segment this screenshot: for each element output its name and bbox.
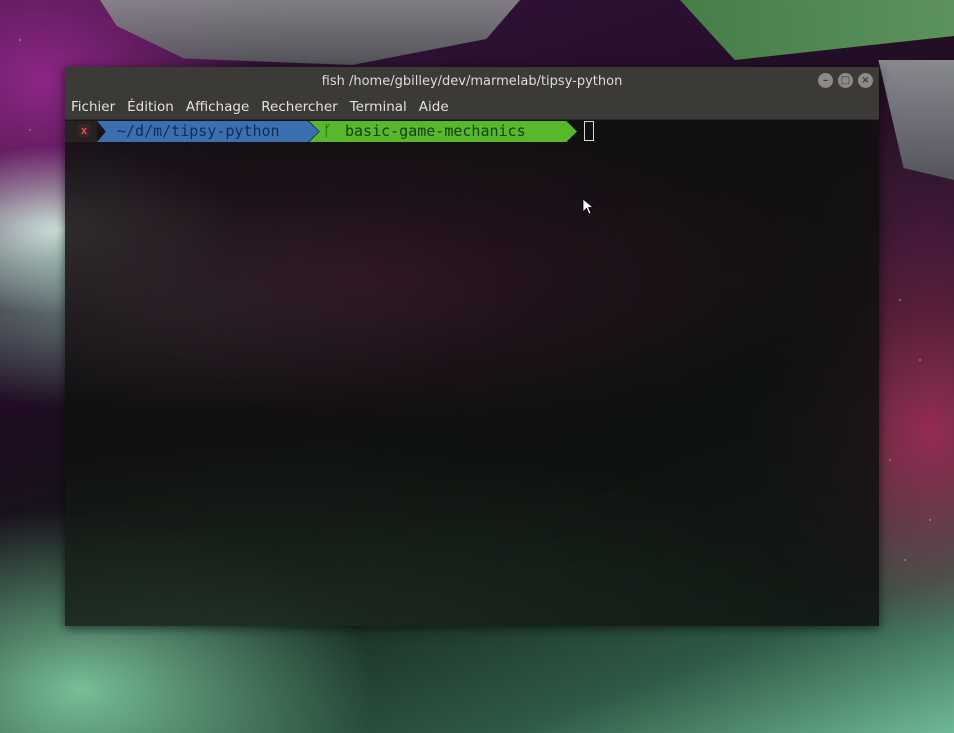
title-bar[interactable]: fish /home/gbilley/dev/marmelab/tipsy-py… <box>65 67 879 95</box>
menu-bar: Fichier Édition Affichage Rechercher Ter… <box>65 95 879 120</box>
prompt-git-segment: ᚴ basic-game-mechanics <box>309 121 577 142</box>
terminal-area[interactable]: x ~/d/m/tipsy-python ᚴ basic-game-mechan… <box>65 121 879 626</box>
minimize-icon[interactable]: – <box>818 73 833 88</box>
current-path: ~/d/m/tipsy-python <box>117 122 280 140</box>
error-status-icon: x <box>78 124 90 137</box>
menu-edition[interactable]: Édition <box>127 99 174 115</box>
prompt-status-segment: x <box>65 121 97 142</box>
git-branch-name: basic-game-mechanics <box>345 122 526 140</box>
window-title: fish /home/gbilley/dev/marmelab/tipsy-py… <box>321 73 623 89</box>
maximize-icon[interactable]: □ <box>838 73 853 88</box>
window-controls: – □ × <box>818 73 873 88</box>
text-cursor <box>584 121 594 141</box>
mouse-pointer-icon <box>582 198 594 215</box>
desktop-background: fish /home/gbilley/dev/marmelab/tipsy-py… <box>0 0 954 733</box>
shell-prompt: x ~/d/m/tipsy-python ᚴ basic-game-mechan… <box>65 121 879 142</box>
terminal-window[interactable]: fish /home/gbilley/dev/marmelab/tipsy-py… <box>65 67 879 626</box>
close-icon[interactable]: × <box>858 73 873 88</box>
menu-fichier[interactable]: Fichier <box>71 99 115 115</box>
menu-affichage[interactable]: Affichage <box>186 99 249 115</box>
menu-terminal[interactable]: Terminal <box>350 99 407 115</box>
menu-aide[interactable]: Aide <box>419 99 449 115</box>
prompt-path-segment: ~/d/m/tipsy-python <box>97 121 319 142</box>
git-branch-icon: ᚴ <box>323 122 333 140</box>
menu-rechercher[interactable]: Rechercher <box>261 99 337 115</box>
